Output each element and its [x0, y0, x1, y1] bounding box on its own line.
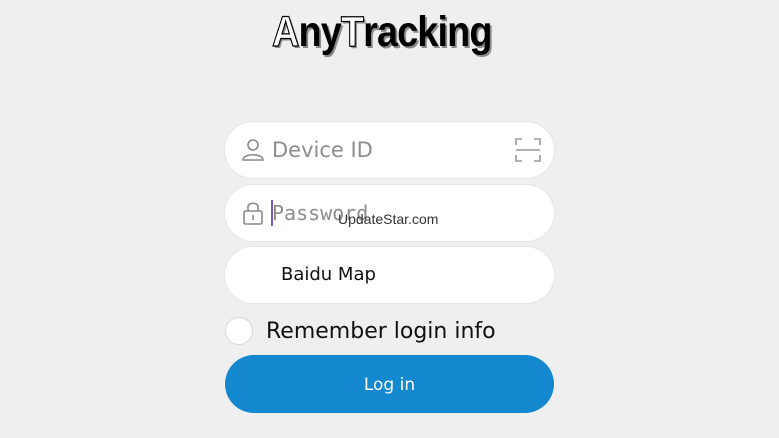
device-id-field[interactable]: Device ID: [225, 122, 554, 178]
user-icon: [242, 139, 264, 161]
remember-checkbox[interactable]: [225, 317, 253, 345]
login-screen: A ny T racking Device ID Password Baidu …: [0, 0, 779, 438]
remember-login-row[interactable]: Remember login info: [225, 314, 496, 348]
watermark: UpdateStar.com: [338, 211, 439, 227]
logo-letter-a: A: [271, 7, 299, 56]
lock-icon: [243, 202, 263, 225]
app-logo: A ny T racking: [271, 6, 492, 58]
map-selected-value: Baidu Map: [281, 264, 376, 285]
remember-label: Remember login info: [266, 318, 496, 344]
map-selector[interactable]: Baidu Map: [225, 247, 554, 303]
scan-icon[interactable]: [514, 136, 542, 164]
text-cursor: [271, 200, 273, 226]
logo-text-ny: ny: [298, 8, 341, 56]
device-id-placeholder: Device ID: [272, 138, 373, 162]
logo-letter-t: T: [340, 7, 364, 56]
login-button[interactable]: Log in: [225, 355, 554, 413]
logo-text-racking: racking: [363, 8, 492, 56]
